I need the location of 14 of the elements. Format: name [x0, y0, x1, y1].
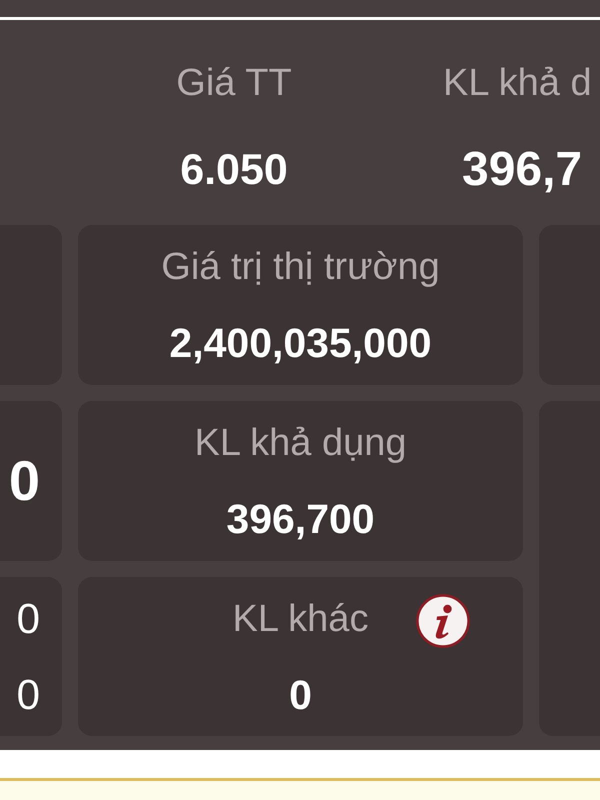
stat-value: 0 — [16, 597, 40, 641]
stat-value: 0 — [16, 673, 40, 717]
stat-label: KL khác — [232, 597, 368, 641]
info-icon[interactable] — [416, 594, 470, 648]
stat-label: KL khả dụng — [194, 421, 406, 465]
stat-value: 396,7 — [461, 145, 582, 195]
stat-value: 6.050 — [180, 145, 288, 195]
stat-value: 0 — [289, 673, 312, 717]
stat-label: KL khả d — [442, 61, 592, 105]
stat-value: 0 — [8, 450, 40, 512]
stat-label: Giá TT — [176, 61, 292, 105]
stat-value: 396,700 — [226, 497, 375, 541]
stat-label: Giá trị thị trường — [161, 245, 440, 289]
stat-value: 2,400,035,000 — [169, 321, 432, 365]
